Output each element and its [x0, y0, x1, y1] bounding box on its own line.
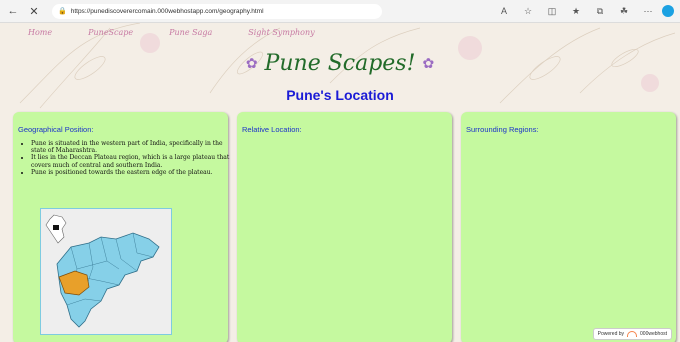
collections-icon[interactable]: ⧉	[592, 3, 608, 19]
section-heading: Pune's Location	[286, 87, 394, 103]
page: Home PuneScape Pune Saga Sight Symphony …	[0, 23, 680, 342]
close-icon[interactable]: ✕	[26, 3, 42, 19]
card-heading: Relative Location:	[242, 125, 302, 134]
copilot-icon[interactable]	[662, 5, 674, 17]
card-heading: Geographical Position:	[18, 125, 94, 134]
extensions-icon[interactable]: ☘	[616, 3, 632, 19]
nav-sight-symphony[interactable]: Sight Symphony	[248, 28, 314, 37]
top-navigation: Home PuneScape Pune Saga Sight Symphony	[28, 28, 351, 37]
badge-brand: 000webhost	[640, 331, 667, 337]
card-heading: Surrounding Regions:	[466, 125, 539, 134]
list-item: Pune is situated in the western part of …	[31, 140, 231, 154]
000webhost-logo-icon	[627, 331, 638, 337]
powered-by-badge[interactable]: Powered by 000webhost	[592, 328, 672, 340]
card-surrounding-regions: Surrounding Regions:	[461, 112, 676, 342]
browser-toolbar: ← ✕ 🔒 https://punediscoverercomain.000we…	[0, 0, 680, 23]
browser-actions: A ☆ ◫ ★ ⧉ ☘ ⋯	[488, 3, 674, 19]
lock-icon: 🔒	[58, 8, 67, 15]
list-item: Pune is positioned towards the eastern e…	[31, 169, 231, 176]
url-text: https://punediscoverercomain.000webhosta…	[70, 7, 264, 15]
page-title-text: Pune Scapes!	[264, 51, 416, 76]
read-aloud-icon[interactable]: A	[496, 3, 512, 19]
nav-home[interactable]: Home	[28, 28, 52, 37]
lotus-icon: ✿	[245, 56, 258, 72]
card-relative-location: Relative Location:	[237, 112, 452, 342]
nav-punescape[interactable]: PuneScape	[88, 28, 133, 37]
favorite-star-icon[interactable]: ☆	[520, 3, 536, 19]
back-icon[interactable]: ←	[5, 3, 21, 19]
bullet-list: Pune is situated in the western part of …	[19, 140, 231, 176]
split-screen-icon[interactable]: ◫	[544, 3, 560, 19]
list-item: It lies in the Deccan Plateau region, wh…	[31, 154, 231, 168]
maharashtra-map-image	[40, 208, 172, 335]
page-title: ✿ Pune Scapes! ✿	[0, 51, 680, 76]
nav-pune-saga[interactable]: Pune Saga	[169, 28, 212, 37]
card-geographical-position: Geographical Position: Pune is situated …	[13, 112, 231, 342]
more-menu-icon[interactable]: ⋯	[640, 3, 656, 19]
badge-prefix: Powered by	[597, 331, 625, 337]
lotus-icon: ✿	[422, 56, 435, 72]
favorites-icon[interactable]: ★	[568, 3, 584, 19]
address-bar[interactable]: 🔒 https://punediscoverercomain.000webhos…	[52, 3, 382, 19]
